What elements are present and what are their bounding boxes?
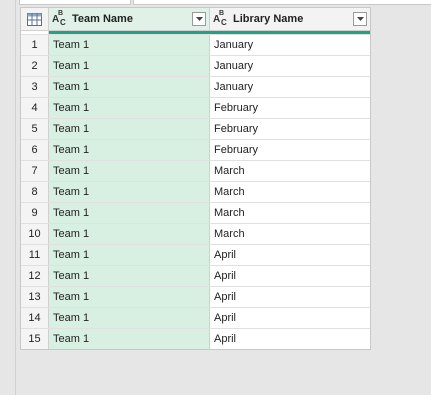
team-name-cell[interactable]: Team 1 — [49, 287, 210, 307]
row-number[interactable]: 13 — [21, 287, 49, 307]
library-name-cell[interactable]: March — [210, 161, 370, 181]
row-number[interactable]: 7 — [21, 161, 49, 181]
library-name-cell[interactable]: February — [210, 98, 370, 118]
column-header-label: Team Name — [72, 13, 133, 25]
team-name-cell[interactable]: Team 1 — [49, 56, 210, 76]
row-number[interactable]: 11 — [21, 245, 49, 265]
row-number[interactable]: 10 — [21, 224, 49, 244]
library-name-cell[interactable]: February — [210, 119, 370, 139]
table-row[interactable]: 10 Team 1 March — [21, 223, 370, 244]
top-tab-edge — [19, 0, 131, 5]
table-row[interactable]: 2 Team 1 January — [21, 55, 370, 76]
grid-body: 1 Team 1 January 2 Team 1 January 3 Team 1 Janua… — [21, 34, 370, 349]
team-name-cell[interactable]: Team 1 — [49, 224, 210, 244]
row-number[interactable]: 9 — [21, 203, 49, 223]
team-name-cell[interactable]: Team 1 — [49, 77, 210, 97]
team-name-cell[interactable]: Team 1 — [49, 119, 210, 139]
library-name-cell[interactable]: April — [210, 287, 370, 307]
chevron-down-icon[interactable] — [192, 12, 206, 26]
chevron-down-icon[interactable] — [353, 12, 367, 26]
team-name-cell[interactable]: Team 1 — [49, 308, 210, 328]
library-name-cell[interactable]: April — [210, 308, 370, 328]
team-name-cell[interactable]: Team 1 — [49, 203, 210, 223]
table-row[interactable]: 11 Team 1 April — [21, 244, 370, 265]
library-name-cell[interactable]: February — [210, 140, 370, 160]
library-name-cell[interactable]: April — [210, 329, 370, 349]
library-name-cell[interactable]: January — [210, 56, 370, 76]
column-header-label: Library Name — [233, 13, 304, 25]
library-name-cell[interactable]: April — [210, 266, 370, 286]
row-number[interactable]: 14 — [21, 308, 49, 328]
text-type-icon[interactable]: A B C — [52, 10, 72, 27]
team-name-cell[interactable]: Team 1 — [49, 329, 210, 349]
table-row[interactable]: 12 Team 1 April — [21, 265, 370, 286]
row-number[interactable]: 4 — [21, 98, 49, 118]
library-name-cell[interactable]: April — [210, 245, 370, 265]
row-number[interactable]: 6 — [21, 140, 49, 160]
team-name-cell[interactable]: Team 1 — [49, 245, 210, 265]
column-header-team-name[interactable]: A B C Team Name — [49, 8, 210, 30]
row-number[interactable]: 8 — [21, 182, 49, 202]
team-name-cell[interactable]: Team 1 — [49, 266, 210, 286]
column-quality-bar — [21, 31, 370, 34]
table-row[interactable]: 3 Team 1 January — [21, 76, 370, 97]
library-name-cell[interactable]: March — [210, 224, 370, 244]
column-header-library-name[interactable]: A B C Library Name — [210, 8, 370, 30]
table-row[interactable]: 8 Team 1 March — [21, 181, 370, 202]
library-name-cell[interactable]: March — [210, 182, 370, 202]
row-number[interactable]: 3 — [21, 77, 49, 97]
table-row[interactable]: 13 Team 1 April — [21, 286, 370, 307]
table-row[interactable]: 7 Team 1 March — [21, 160, 370, 181]
data-preview-grid: A B C Team Name A B C Library Name 1 Team… — [20, 7, 371, 350]
row-number[interactable]: 2 — [21, 56, 49, 76]
grid-header: A B C Team Name A B C Library Name — [21, 8, 370, 31]
table-row[interactable]: 14 Team 1 April — [21, 307, 370, 328]
text-type-icon[interactable]: A B C — [213, 10, 233, 27]
table-row[interactable]: 15 Team 1 April — [21, 328, 370, 349]
table-row[interactable]: 6 Team 1 February — [21, 139, 370, 160]
table-row[interactable]: 1 Team 1 January — [21, 34, 370, 55]
team-name-cell[interactable]: Team 1 — [49, 140, 210, 160]
top-panel-edge — [133, 0, 431, 5]
team-name-cell[interactable]: Team 1 — [49, 35, 210, 55]
team-name-cell[interactable]: Team 1 — [49, 182, 210, 202]
row-number[interactable]: 1 — [21, 35, 49, 55]
table-row[interactable]: 5 Team 1 February — [21, 118, 370, 139]
row-number[interactable]: 15 — [21, 329, 49, 349]
table-row[interactable]: 4 Team 1 February — [21, 97, 370, 118]
table-row[interactable]: 9 Team 1 March — [21, 202, 370, 223]
left-panel-edge — [0, 0, 16, 395]
row-number[interactable]: 12 — [21, 266, 49, 286]
row-number[interactable]: 5 — [21, 119, 49, 139]
library-name-cell[interactable]: January — [210, 35, 370, 55]
library-name-cell[interactable]: January — [210, 77, 370, 97]
team-name-cell[interactable]: Team 1 — [49, 98, 210, 118]
team-name-cell[interactable]: Team 1 — [49, 161, 210, 181]
table-menu-icon[interactable] — [21, 8, 49, 30]
library-name-cell[interactable]: March — [210, 203, 370, 223]
